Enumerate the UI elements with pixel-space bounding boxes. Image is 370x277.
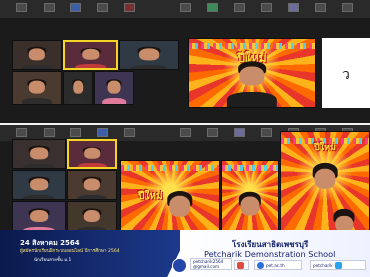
- participant-body: [22, 194, 56, 199]
- participant-face: [84, 148, 100, 159]
- participant-video-festive[interactable]: ปีใหม่: [120, 160, 220, 235]
- participant-tile[interactable]: [119, 40, 179, 70]
- thumbnail-5[interactable]: [124, 3, 135, 12]
- new-year-wordart: ปีใหม่: [314, 143, 336, 154]
- participant-face: [28, 48, 46, 61]
- school-seal-icon: [172, 258, 187, 273]
- participant-face: [81, 49, 100, 60]
- thumbnail-3[interactable]: [70, 3, 81, 12]
- participant-tile[interactable]: [94, 71, 134, 105]
- thumbnail-6[interactable]: [180, 128, 191, 137]
- participant-video-festive[interactable]: [221, 160, 279, 235]
- participant-tile-active[interactable]: [63, 40, 118, 70]
- participant-body: [131, 64, 167, 69]
- email-icon: [237, 261, 244, 269]
- spotlight-speaker-video[interactable]: ปีใหม่: [188, 38, 316, 108]
- participant-tile[interactable]: [67, 201, 117, 233]
- participant-body: [74, 64, 107, 68]
- participant-video-festive[interactable]: ปีใหม่: [280, 131, 370, 235]
- bottom-meeting-window: ปีใหม่ ปีใหม่: [0, 125, 370, 235]
- twitter-icon: [334, 261, 342, 269]
- thumbnail-1[interactable]: [16, 128, 27, 137]
- globe-icon: [257, 261, 264, 269]
- participant-face: [107, 80, 121, 94]
- speaker-face: [239, 66, 265, 86]
- participant-face: [83, 210, 101, 223]
- email-handle: @gmail.com: [193, 264, 220, 269]
- participant-tile[interactable]: [67, 170, 117, 200]
- thumbnail-9[interactable]: [261, 128, 272, 137]
- participant-face: [30, 147, 48, 160]
- participant-tile-active[interactable]: [67, 139, 117, 169]
- participant-tile[interactable]: [12, 170, 66, 200]
- thumbnail-2[interactable]: [44, 3, 55, 12]
- participant-body: [22, 163, 56, 168]
- thumbnail-4[interactable]: [97, 128, 108, 137]
- email-contact[interactable]: [234, 260, 249, 270]
- top-meeting-window: ปีใหม่ ว: [0, 0, 370, 123]
- participant-body: [22, 64, 52, 69]
- speaker-body: [226, 91, 278, 107]
- participant-face: [30, 178, 48, 191]
- thumbnail-3[interactable]: [70, 128, 81, 137]
- thumbnail-10[interactable]: [288, 3, 299, 12]
- slide-text: ว: [342, 67, 350, 83]
- thumbnail-2[interactable]: [44, 128, 55, 137]
- website-text: pet.ac.th: [266, 262, 285, 268]
- thumbnail-11[interactable]: [315, 3, 326, 12]
- thumbnail-1[interactable]: [16, 3, 27, 12]
- twitter-contact[interactable]: petcharik: [310, 260, 366, 270]
- participant-face: [30, 210, 48, 223]
- thumbnail-4[interactable]: [97, 3, 108, 12]
- thumbnail-9[interactable]: [261, 3, 272, 12]
- participant-tile[interactable]: [12, 139, 66, 169]
- thumbnail-8[interactable]: [234, 3, 245, 12]
- shared-slide: ว: [322, 38, 370, 108]
- participant-body: [22, 98, 52, 104]
- website-contact[interactable]: pet.ac.th: [254, 260, 302, 270]
- participant-body: [77, 163, 107, 167]
- thumbnail-6[interactable]: [180, 3, 191, 12]
- event-level: นักเรียนสายชั้น ม.1: [34, 258, 72, 263]
- participant-face: [28, 80, 46, 94]
- participant-face: [139, 48, 159, 61]
- thumbnail-8[interactable]: [234, 128, 245, 137]
- thumbnail-12[interactable]: [342, 3, 353, 12]
- twitter-handle: petcharik: [313, 262, 333, 268]
- participant-tile[interactable]: [63, 71, 93, 105]
- participant-body: [69, 98, 87, 104]
- participant-face: [240, 196, 260, 216]
- top-thumbnail-bar: [0, 0, 370, 18]
- thumbnail-7[interactable]: [207, 128, 218, 137]
- participant-body: [102, 98, 126, 104]
- string-lights: [121, 165, 219, 172]
- participant-tile[interactable]: [12, 71, 62, 105]
- participant-face: [83, 178, 101, 191]
- participant-tile[interactable]: [12, 201, 66, 233]
- thumbnail-5[interactable]: [124, 128, 135, 137]
- facebook-contact[interactable]: petcharik2564 @gmail.com: [190, 258, 232, 270]
- participant-face: [73, 80, 83, 94]
- string-lights: [222, 165, 278, 172]
- participant-body: [77, 194, 107, 199]
- event-subtitle: ผู้สมัครนักเรียนฝึกระบบออนไลน์ ปีการศึกษ…: [20, 249, 120, 254]
- new-year-wordart: ปีใหม่: [138, 190, 163, 202]
- thumbnail-7[interactable]: [207, 3, 218, 12]
- participant-face: [314, 168, 336, 190]
- participant-face: [169, 196, 191, 217]
- participant-tile[interactable]: [12, 40, 62, 70]
